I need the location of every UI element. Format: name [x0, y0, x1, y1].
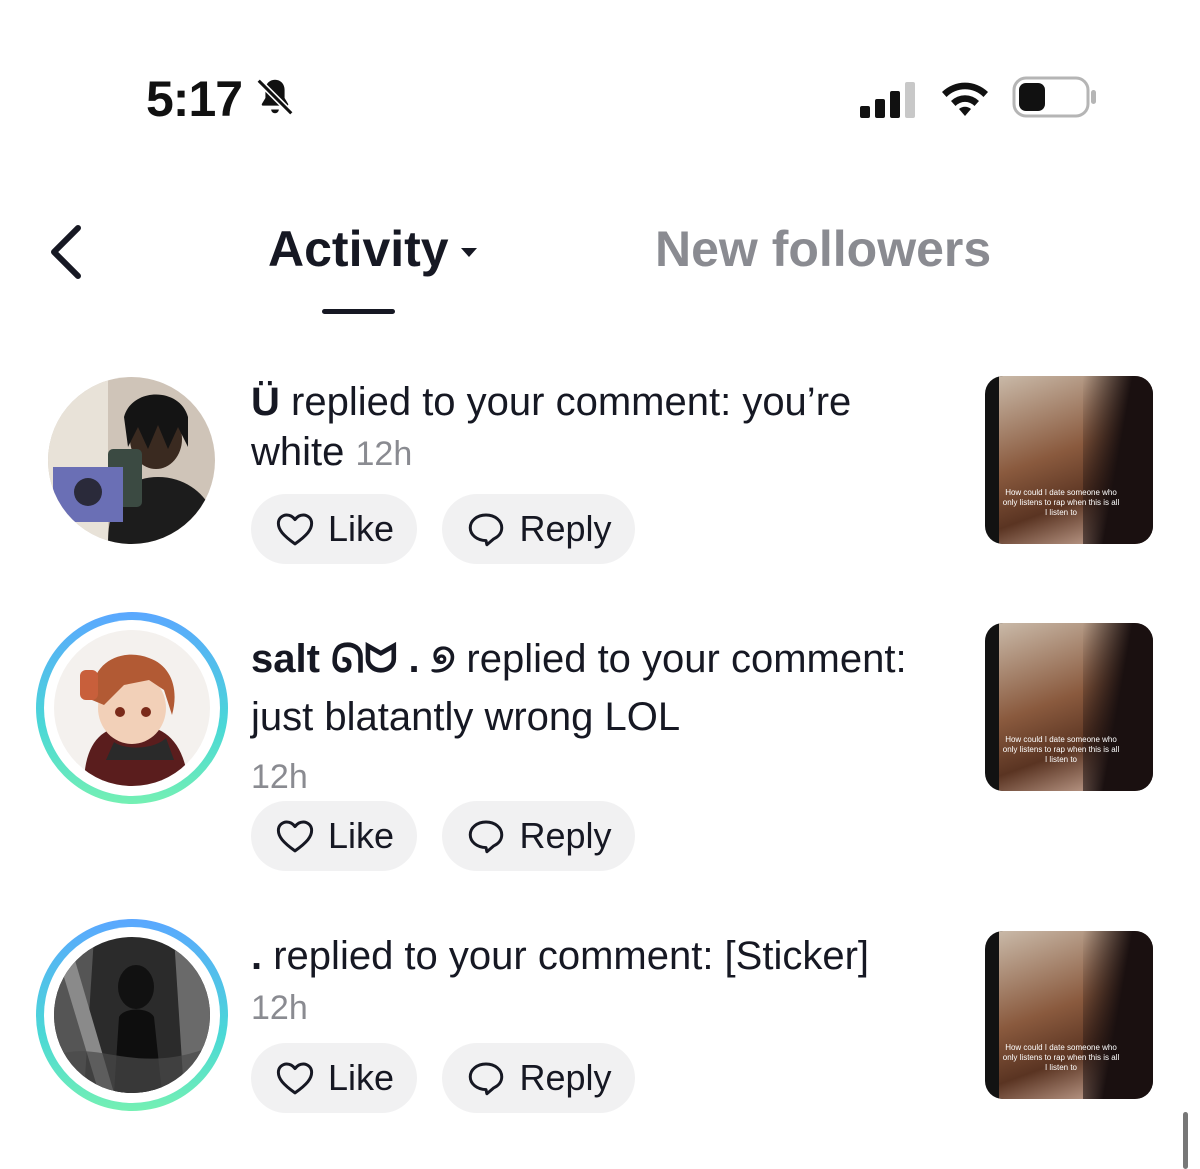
- thumbnail-caption: How could I date someone who only listen…: [1002, 488, 1120, 517]
- heart-icon: [276, 513, 314, 546]
- dropdown-caret-icon: [460, 247, 477, 257]
- like-button[interactable]: Like: [251, 801, 417, 871]
- scrollbar[interactable]: [1183, 1112, 1188, 1169]
- like-label: Like: [327, 508, 395, 549]
- avatar-image: [48, 377, 215, 544]
- avatar[interactable]: [54, 937, 210, 1093]
- timestamp: 12h: [251, 758, 308, 796]
- video-thumbnail[interactable]: How could I date someone who only listen…: [985, 376, 1153, 544]
- reply-label: Reply: [519, 508, 612, 549]
- like-label: Like: [327, 815, 395, 856]
- heart-icon: [276, 1062, 314, 1095]
- notification-text[interactable]: Ü replied to your comment: you’re white …: [251, 377, 941, 479]
- timestamp: 12h: [355, 435, 413, 473]
- username[interactable]: salt ᘏᗢ . ୭: [251, 637, 455, 681]
- speech-bubble-icon: [469, 513, 504, 547]
- like-label: Like: [327, 1057, 395, 1098]
- tab-activity[interactable]: Activity: [268, 220, 477, 278]
- like-button[interactable]: Like: [251, 1043, 417, 1113]
- avatar[interactable]: [54, 630, 210, 786]
- heart-icon: [276, 820, 314, 853]
- active-tab-indicator: [322, 309, 395, 314]
- avatar-image: [54, 630, 210, 786]
- cellular-signal-icon: [860, 82, 915, 118]
- bell-slash-icon: [256, 78, 294, 116]
- username[interactable]: .: [251, 934, 262, 978]
- status-time: 5:17: [146, 71, 243, 127]
- video-thumbnail[interactable]: How could I date someone who only listen…: [985, 623, 1153, 791]
- avatar[interactable]: [48, 377, 215, 544]
- chevron-left-icon[interactable]: [44, 222, 92, 282]
- video-thumbnail[interactable]: How could I date someone who only listen…: [985, 931, 1153, 1099]
- thumbnail-caption: How could I date someone who only listen…: [1002, 1043, 1120, 1072]
- notification-text[interactable]: . replied to your comment: [Sticker] 12h: [251, 931, 941, 1033]
- thumbnail-shade: [1083, 931, 1153, 1099]
- tab-activity-label: Activity: [268, 221, 449, 277]
- reply-label: Reply: [519, 815, 612, 856]
- reply-button[interactable]: Reply: [442, 1043, 635, 1113]
- thumbnail-caption: How could I date someone who only listen…: [1002, 735, 1120, 764]
- timestamp: 12h: [251, 989, 308, 1027]
- thumbnail-shade: [1083, 376, 1153, 544]
- thumbnail-shade: [1083, 623, 1153, 791]
- notification-message: replied to your comment: you’re white: [251, 380, 852, 474]
- avatar-image: [54, 937, 210, 1093]
- notification-text[interactable]: salt ᘏᗢ . ୭ replied to your comment: jus…: [251, 630, 941, 804]
- reply-button[interactable]: Reply: [442, 494, 635, 564]
- speech-bubble-icon: [469, 820, 504, 854]
- username[interactable]: Ü: [251, 380, 280, 424]
- wifi-icon: [942, 82, 988, 116]
- reply-button[interactable]: Reply: [442, 801, 635, 871]
- tab-new-followers[interactable]: New followers: [655, 220, 991, 278]
- notification-message: replied to your comment: [Sticker]: [262, 934, 870, 978]
- reply-label: Reply: [519, 1057, 612, 1098]
- battery-icon: [1012, 76, 1096, 118]
- speech-bubble-icon: [469, 1062, 504, 1096]
- like-button[interactable]: Like: [251, 494, 417, 564]
